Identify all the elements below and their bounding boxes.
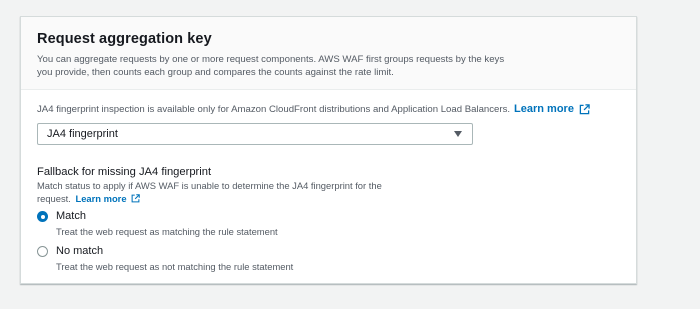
panel-description: You can aggregate requests by one or mor…	[37, 54, 505, 78]
request-aggregation-key-panel: Request aggregation key You can aggregat…	[20, 16, 637, 284]
fallback-description: Match status to apply if AWS WAF is unab…	[37, 180, 407, 205]
no-match-radio-button[interactable]	[37, 246, 48, 257]
panel-header: Request aggregation key You can aggregat…	[21, 17, 636, 90]
match-description: Treat the web request as matching the ru…	[56, 226, 278, 237]
fallback-learn-more-label: Learn more	[75, 192, 127, 204]
ja4-availability-text: JA4 fingerprint inspection is available …	[37, 103, 511, 115]
aggregation-key-selected-value: JA4 fingerprint	[47, 128, 118, 140]
ja4-availability-info: JA4 fingerprint inspection is available …	[37, 103, 590, 115]
external-link-icon	[579, 103, 590, 114]
no-match-label: No match	[56, 245, 104, 257]
no-match-description: Treat the web request as not matching th…	[56, 261, 294, 272]
match-radio-button[interactable]	[37, 211, 48, 222]
fallback-title: Fallback for missing JA4 fingerprint	[37, 166, 212, 178]
aggregation-key-select[interactable]: JA4 fingerprint	[37, 123, 473, 145]
caret-down-icon	[454, 131, 462, 137]
learn-more-label: Learn more	[514, 103, 574, 115]
external-link-icon	[131, 194, 140, 203]
learn-more-link[interactable]: Learn more	[514, 103, 590, 115]
radio-option-match[interactable]: Match Treat the web request as matching …	[37, 210, 278, 237]
radio-option-no-match[interactable]: No match Treat the web request as not ma…	[37, 245, 293, 272]
match-label: Match	[56, 210, 86, 222]
panel-title: Request aggregation key	[37, 31, 212, 47]
fallback-learn-more-link[interactable]: Learn more	[75, 192, 140, 206]
